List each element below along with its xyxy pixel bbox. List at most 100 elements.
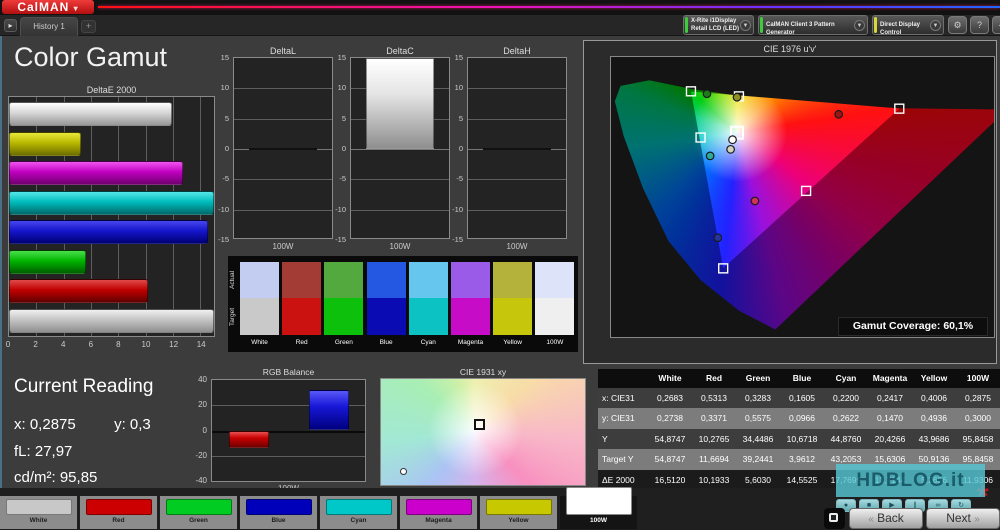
rgb-balance-title: RGB Balance bbox=[262, 367, 315, 377]
gridline bbox=[212, 455, 365, 457]
display-control-dropdown[interactable]: Direct Display Control ▼ bbox=[872, 15, 944, 37]
target-square-cyan bbox=[695, 132, 706, 143]
table-cell: 10,2765 bbox=[698, 433, 730, 444]
swatch-column-label: Green bbox=[334, 339, 353, 346]
logo-caret-icon: ▾ bbox=[73, 4, 79, 13]
patch-label: Magenta bbox=[425, 517, 452, 524]
pattern-patch-white[interactable]: White bbox=[0, 496, 79, 529]
chevron-left-icon: « bbox=[868, 514, 874, 525]
gridline bbox=[351, 209, 449, 211]
back-button-label: Back bbox=[877, 511, 904, 525]
gridline bbox=[234, 179, 332, 181]
table-cell: 12,7144 bbox=[874, 474, 906, 485]
pattern-patch-blue[interactable]: Blue bbox=[240, 496, 319, 529]
coverage-value: 60,1% bbox=[943, 320, 974, 332]
stop-button[interactable] bbox=[824, 508, 845, 529]
target-square-green bbox=[685, 86, 697, 97]
deltae-chart bbox=[8, 96, 215, 337]
rgb-balance-chart bbox=[211, 379, 366, 482]
table-cell: 95,8458 bbox=[962, 454, 994, 465]
pattern-patch-cyan[interactable]: Cyan bbox=[320, 496, 399, 529]
generator-status-indicator bbox=[760, 17, 763, 33]
delta-y-tick: 5 bbox=[341, 113, 346, 123]
table-cell: 0,2417 bbox=[877, 393, 903, 403]
table-header-row: White Red Green Blue Cyan Magenta Yellow 100W bbox=[598, 369, 1000, 388]
reading-x-value: 0,2875 bbox=[29, 416, 76, 433]
reading-cdm2: cd/m²: 95,85 bbox=[14, 469, 97, 486]
table-row-label: x: CIE31 bbox=[602, 393, 635, 403]
delta-y-tick: 10 bbox=[454, 83, 463, 93]
pattern-patch-green[interactable]: Green bbox=[160, 496, 239, 529]
delta-xlabel: 100W bbox=[389, 242, 411, 251]
rgb-bar-red bbox=[229, 430, 269, 449]
table-header-cell: Green bbox=[745, 373, 771, 383]
target-swatch-100w bbox=[535, 298, 575, 335]
tab-scroll-button[interactable]: ▸ bbox=[4, 19, 17, 32]
table-row-label: Target Y bbox=[602, 454, 634, 465]
help-icon-button[interactable]: ? bbox=[970, 16, 989, 34]
meter-dropdown[interactable]: X-Rite i1Display Retail LCD (LED) ▼ bbox=[683, 15, 754, 35]
table-cell: 10,6718 bbox=[786, 433, 818, 444]
delta-y-tick: -10 bbox=[218, 204, 229, 214]
calman-logo-menu[interactable]: CalMAN ▾ bbox=[2, 0, 94, 14]
reading-x-label: x: bbox=[14, 416, 26, 433]
current-reading-title: Current Reading bbox=[14, 376, 154, 397]
table-cell: 44,8760 bbox=[830, 433, 862, 444]
delta-y-tick: -5 bbox=[339, 174, 346, 184]
stop-icon bbox=[829, 513, 838, 522]
calman-window: CalMAN ▾ ▸ History 1 + X-Rite i1Display … bbox=[0, 0, 1000, 530]
measured-point-white bbox=[728, 135, 737, 145]
table-cell: 43,2053 bbox=[830, 454, 862, 465]
deltae-x-tick: 12 bbox=[169, 340, 179, 349]
table-row-y: Y 54,8747 10,2765 34,4486 10,6718 44,8760 20,4… bbox=[598, 428, 1000, 450]
delta-y-tick: -5 bbox=[456, 174, 463, 184]
accent-gradient-line bbox=[98, 6, 1000, 8]
swatch-column-label: Red bbox=[295, 339, 308, 346]
table-header-cell: Magenta bbox=[872, 373, 908, 383]
gear-icon-button[interactable]: ⚙ bbox=[948, 16, 967, 34]
pattern-patch-red[interactable]: Red bbox=[80, 496, 159, 529]
target-swatch-yellow bbox=[493, 298, 533, 335]
gridline bbox=[351, 149, 449, 150]
deltae-x-tick: 6 bbox=[88, 340, 94, 349]
patch-color bbox=[486, 499, 552, 515]
deltae-x-tick: 14 bbox=[196, 340, 206, 349]
pattern-patch-magenta[interactable]: Magenta bbox=[400, 496, 479, 529]
meter-status-indicator bbox=[685, 17, 688, 33]
collapse-icon-button[interactable]: ◄ bbox=[992, 16, 1000, 34]
chevron-down-icon[interactable]: ▼ bbox=[854, 20, 865, 31]
measured-point-yellow bbox=[732, 92, 742, 102]
pattern-patch-100w[interactable]: 100W bbox=[560, 487, 639, 529]
tab-history-1[interactable]: History 1 bbox=[20, 17, 78, 36]
chevron-down-icon[interactable]: ▼ bbox=[930, 20, 941, 31]
pattern-generator-dropdown[interactable]: CalMAN Client 3 Pattern Generator ▼ bbox=[758, 15, 868, 36]
patch-label: Red bbox=[112, 517, 125, 524]
target-swatch-green bbox=[324, 298, 364, 335]
deltae-bar-cyan bbox=[9, 190, 214, 215]
table-cell: 0,3371 bbox=[701, 413, 727, 424]
target-swatch-cyan bbox=[408, 298, 448, 335]
swatch-column-label: Cyan bbox=[420, 339, 436, 346]
table-row--e-2000: ΔE 2000 16,5120 10,1933 5,6030 14,5525 17,769… bbox=[598, 469, 1000, 490]
table-cell: 39,2441 bbox=[742, 454, 774, 465]
delta-chart-title: DeltaL bbox=[269, 46, 296, 56]
delta-y-tick: -5 bbox=[222, 174, 229, 184]
table-header-cell: Blue bbox=[792, 373, 812, 383]
table-cell: 50,9136 bbox=[918, 454, 950, 465]
delta-xlabel: 100W bbox=[272, 242, 294, 251]
actual-swatch-cyan bbox=[408, 262, 448, 298]
actual-row-label: Actual bbox=[229, 270, 236, 290]
back-button[interactable]: « Back bbox=[849, 508, 923, 529]
table-cell: 54,8747 bbox=[654, 454, 686, 465]
new-tab-button[interactable]: + bbox=[81, 20, 96, 33]
table-cell: 5,6030 bbox=[745, 474, 771, 485]
gamut-coverage-badge: Gamut Coverage: 60,1% bbox=[838, 317, 988, 336]
table-row-label: Y bbox=[602, 433, 608, 444]
display-control-label: Direct Display Control bbox=[880, 22, 921, 37]
patch-color bbox=[246, 499, 312, 515]
chevron-down-icon[interactable]: ▼ bbox=[740, 20, 751, 31]
pattern-patch-yellow[interactable]: Yellow bbox=[480, 496, 559, 529]
table-row-label: y: CIE31 bbox=[602, 413, 635, 424]
table-header-cell: 100W bbox=[966, 373, 990, 383]
reading-fl: fL: 27,97 bbox=[14, 443, 72, 460]
